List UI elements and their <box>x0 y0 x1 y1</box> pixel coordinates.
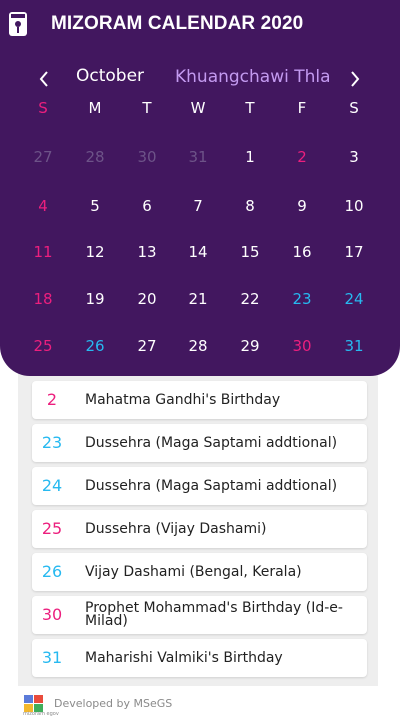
calendar-day-cell[interactable]: 26 <box>75 329 115 363</box>
month-name: October <box>76 66 145 86</box>
holiday-description: Mahatma Gandhi's Birthday <box>85 391 281 408</box>
calendar-day-cell[interactable]: 18 <box>23 282 63 316</box>
holiday-date: 31 <box>41 648 63 667</box>
previous-month-button[interactable] <box>32 66 56 92</box>
calendar-day-cell[interactable]: 28 <box>75 140 115 174</box>
calendar-day-cell[interactable]: 27 <box>23 140 63 174</box>
calendar-day-cell[interactable]: 30 <box>282 329 322 363</box>
weekday-label: S <box>349 99 359 117</box>
holiday-date: 30 <box>41 605 63 624</box>
holiday-description: Dussehra (Maga Saptami addtional) <box>85 477 338 494</box>
developer-credit: Developed by MSeGS <box>54 697 173 710</box>
weekday-label: T <box>245 99 255 117</box>
holiday-date: 23 <box>41 433 63 452</box>
holiday-list-item[interactable]: 23 Dussehra (Maga Saptami addtional) <box>32 424 367 462</box>
msegs-logo: mizoram egov <box>23 695 59 717</box>
calendar-day-cell[interactable]: 1 <box>230 140 270 174</box>
calendar-day-cell[interactable]: 7 <box>178 189 218 223</box>
holiday-date: 24 <box>41 476 63 495</box>
holiday-date: 25 <box>41 519 63 538</box>
weekday-label: T <box>142 99 152 117</box>
calendar-day-cell[interactable]: 14 <box>178 235 218 269</box>
weekday-label: F <box>297 99 307 117</box>
calendar-header: MIZORAM CALENDAR 2020 October Khuangchaw… <box>0 0 400 376</box>
calendar-day-cell[interactable]: 9 <box>282 189 322 223</box>
next-month-button[interactable] <box>343 66 367 92</box>
weekday-label: S <box>38 99 48 117</box>
calendar-day-cell[interactable]: 23 <box>282 282 322 316</box>
calendar-day-cell[interactable]: 27 <box>127 329 167 363</box>
calendar-day-cell[interactable]: 22 <box>230 282 270 316</box>
holiday-list-item[interactable]: 2 Mahatma Gandhi's Birthday <box>32 381 367 419</box>
calendar-day-cell[interactable]: 6 <box>127 189 167 223</box>
calendar-day-cell[interactable]: 13 <box>127 235 167 269</box>
calendar-day-cell[interactable]: 20 <box>127 282 167 316</box>
holiday-description: Dussehra (Vijay Dashami) <box>85 520 267 537</box>
calendar-day-cell[interactable]: 19 <box>75 282 115 316</box>
weekday-label: W <box>190 99 206 117</box>
calendar-day-cell[interactable]: 31 <box>334 329 374 363</box>
logo-text: mizoram egov <box>23 711 59 717</box>
holiday-list-item[interactable]: 26 Vijay Dashami (Bengal, Kerala) <box>32 553 367 591</box>
calendar-day-cell[interactable]: 10 <box>334 189 374 223</box>
calendar-day-cell[interactable]: 25 <box>23 329 63 363</box>
calendar-day-cell[interactable]: 17 <box>334 235 374 269</box>
calendar-day-cell[interactable]: 2 <box>282 140 322 174</box>
calendar-day-cell[interactable]: 29 <box>230 329 270 363</box>
weekday-label: M <box>88 99 102 117</box>
holiday-list-item[interactable]: 30 Prophet Mohammad's Birthday (Id-e-Mila… <box>32 596 367 634</box>
calendar-day-cell[interactable]: 28 <box>178 329 218 363</box>
holiday-list-item[interactable]: 24 Dussehra (Maga Saptami addtional) <box>32 467 367 505</box>
calendar-day-cell[interactable]: 15 <box>230 235 270 269</box>
holiday-date: 2 <box>46 390 58 409</box>
calendar-day-cell[interactable]: 24 <box>334 282 374 316</box>
calendar-day-cell[interactable]: 3 <box>334 140 374 174</box>
calendar-day-cell[interactable]: 12 <box>75 235 115 269</box>
holiday-description: Dussehra (Maga Saptami addtional) <box>85 434 338 451</box>
app-title: MIZORAM CALENDAR 2020 <box>51 13 304 34</box>
calendar-day-cell[interactable]: 31 <box>178 140 218 174</box>
holiday-description: Maharishi Valmiki's Birthday <box>85 649 283 666</box>
calendar-day-cell[interactable]: 11 <box>23 235 63 269</box>
holiday-description: Prophet Mohammad's Birthday (Id-e-Milad) <box>85 600 343 629</box>
calendar-day-cell[interactable]: 21 <box>178 282 218 316</box>
calendar-day-cell[interactable]: 16 <box>282 235 322 269</box>
calendar-day-cell[interactable]: 30 <box>127 140 167 174</box>
holiday-list-item[interactable]: 25 Dussehra (Vijay Dashami) <box>32 510 367 548</box>
holiday-description: Vijay Dashami (Bengal, Kerala) <box>85 563 302 580</box>
holiday-list-item[interactable]: 31 Maharishi Valmiki's Birthday <box>32 639 367 677</box>
chevron-right-icon <box>351 71 360 87</box>
calendar-day-cell[interactable]: 8 <box>230 189 270 223</box>
calendar-app-icon <box>9 12 27 36</box>
holiday-date: 26 <box>41 562 63 581</box>
weekday-header-row: SMTWTFS <box>0 99 400 121</box>
calendar-day-cell[interactable]: 5 <box>75 189 115 223</box>
chevron-left-icon <box>39 71 48 87</box>
mizo-month-name: Khuangchawi Thla <box>175 67 331 87</box>
calendar-day-cell[interactable]: 4 <box>23 189 63 223</box>
